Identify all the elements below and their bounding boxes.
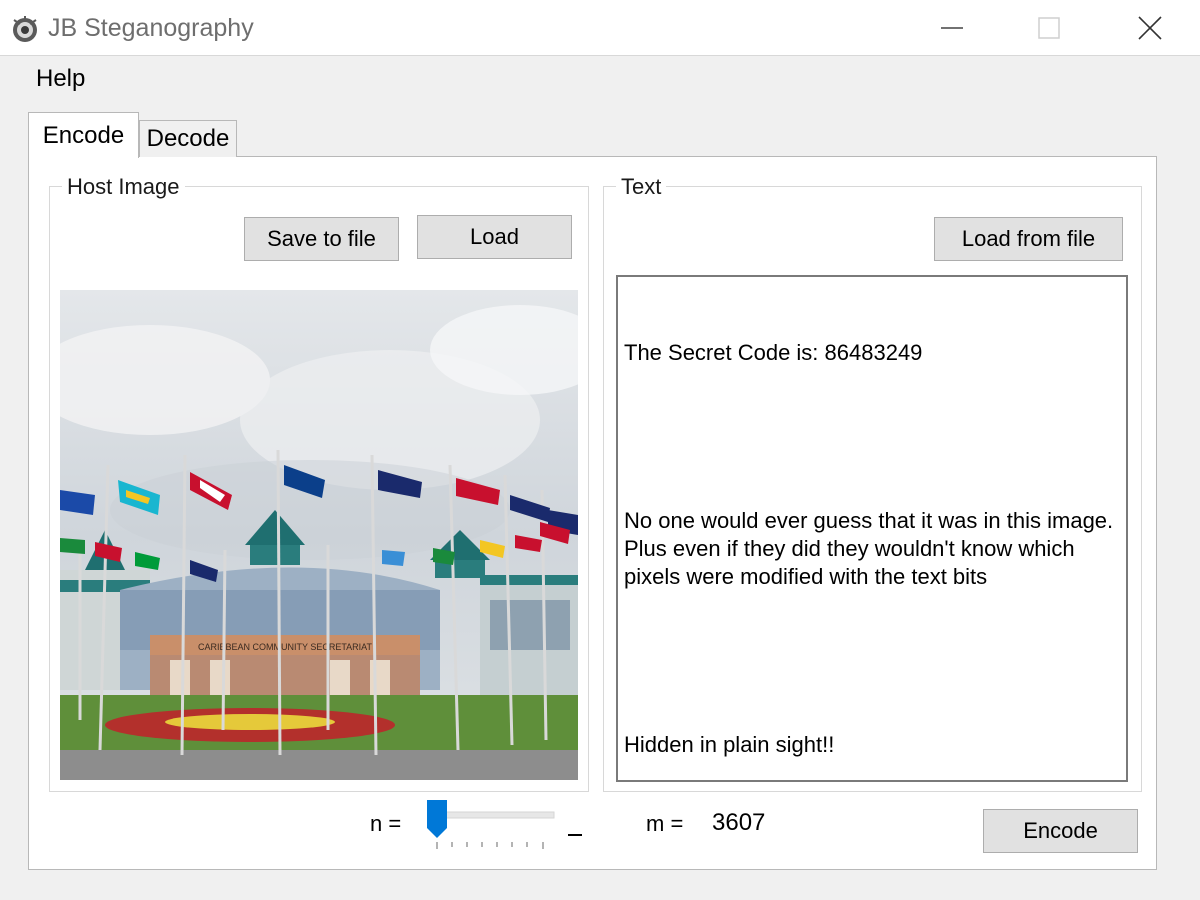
minimize-icon [941, 27, 963, 29]
slider-thumb[interactable] [427, 800, 447, 838]
minimize-button[interactable] [906, 0, 998, 56]
slider-end-marker [568, 834, 582, 836]
load-image-button[interactable]: Load [417, 215, 572, 259]
m-label: m = [646, 811, 684, 836]
close-icon [1138, 16, 1162, 40]
n-slider[interactable] [424, 800, 582, 856]
tab-decode[interactable]: Decode [139, 120, 237, 157]
text-line: The Secret Code is: 86483249 [624, 340, 923, 365]
maximize-button [1003, 0, 1095, 56]
menu-help[interactable]: Help [34, 65, 87, 93]
m-value: 3607 [712, 809, 766, 836]
window-title: JB Steganography [48, 14, 254, 42]
close-button[interactable] [1104, 0, 1196, 56]
encode-button[interactable]: Encode [983, 809, 1138, 853]
host-image-group-label: Host Image [62, 174, 185, 200]
secret-text-area[interactable]: The Secret Code is: 86483249 No one woul… [616, 275, 1128, 782]
app-logo-icon[interactable] [10, 14, 40, 44]
text-line: Hidden in plain sight!! [624, 732, 835, 757]
save-to-file-button[interactable]: Save to file [244, 217, 399, 261]
host-image: CARIBBEAN COMMUNITY SECRETARIAT [60, 290, 578, 780]
text-group-label: Text [616, 174, 667, 200]
text-line: No one would ever guess that it was in t… [624, 508, 1120, 589]
n-label: n = [370, 811, 402, 836]
menu-bar [0, 57, 1200, 105]
load-from-file-button[interactable]: Load from file [934, 217, 1123, 261]
text-line [624, 423, 1120, 451]
text-line [624, 647, 1120, 675]
tab-encode[interactable]: Encode [28, 112, 139, 158]
maximize-icon [1038, 17, 1060, 39]
